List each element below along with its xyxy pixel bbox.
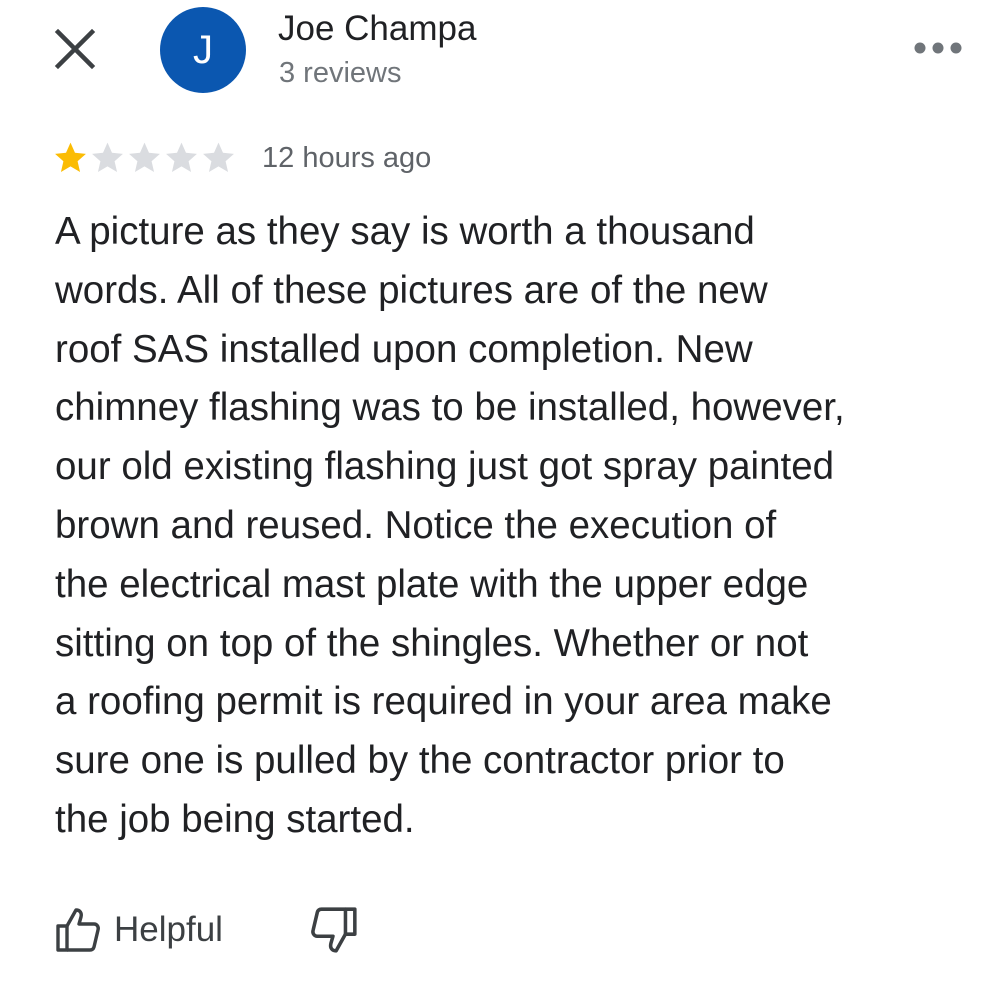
avatar[interactable]: J xyxy=(160,7,246,93)
review-timestamp: 12 hours ago xyxy=(262,142,432,174)
reviewer-review-count: 3 reviews xyxy=(279,57,402,89)
close-button[interactable] xyxy=(52,26,98,72)
helpful-button[interactable]: Helpful xyxy=(54,905,223,955)
star-rating xyxy=(52,138,237,178)
star-empty-icon xyxy=(166,142,197,173)
star-empty-icon xyxy=(203,142,234,173)
thumbs-down-icon xyxy=(311,907,357,953)
more-options-icon xyxy=(914,42,962,54)
thumbs-up-icon xyxy=(56,908,100,952)
star-empty-icon xyxy=(92,142,123,173)
star-empty-icon xyxy=(129,142,160,173)
reviewer-name[interactable]: Joe Champa xyxy=(278,8,476,50)
helpful-label: Helpful xyxy=(114,910,223,949)
dislike-button[interactable] xyxy=(308,905,360,955)
review-text: A picture as they say is worth a thousan… xyxy=(55,210,845,841)
more-options-button[interactable] xyxy=(908,30,968,66)
close-icon xyxy=(54,28,96,70)
star-filled-icon xyxy=(55,142,86,173)
